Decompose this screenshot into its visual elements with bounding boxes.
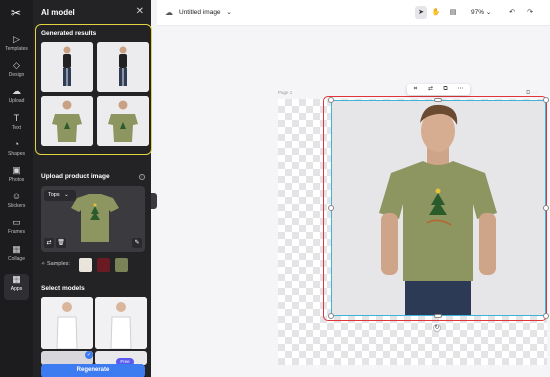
model-figure: [41, 42, 93, 92]
replace-icon[interactable]: ⇄: [425, 85, 436, 94]
chevron-down-icon: ⌄: [485, 9, 492, 16]
collage-icon: ▦: [12, 244, 21, 254]
design-icon: ◇: [13, 60, 20, 70]
rail-item-design[interactable]: ◇ Design: [0, 60, 33, 84]
rail-label: Text: [11, 125, 22, 131]
model-option[interactable]: [41, 297, 93, 349]
text-icon: T: [13, 113, 20, 123]
shapes-icon: ◔: [13, 139, 20, 149]
sample-thumb[interactable]: [115, 258, 128, 272]
redo-icon[interactable]: ↷: [525, 6, 535, 19]
rail-item-upload[interactable]: ☁ Upload: [0, 86, 33, 110]
rail-item-collage[interactable]: ▦ Collage: [0, 244, 33, 268]
close-icon[interactable]: ✕: [136, 6, 144, 17]
top-bar: ☁ Untitled image ⌄ ➤ ✋ ▤ 97% ⌄ ↶ ↷: [157, 0, 550, 26]
rotate-icon[interactable]: ↻: [433, 324, 441, 332]
model-figure: [97, 42, 149, 92]
rail-label: Stickers: [7, 203, 26, 209]
generated-result-thumb[interactable]: [41, 42, 93, 92]
rail-item-frames[interactable]: ▭ Frames: [0, 217, 33, 241]
chevron-down-icon: ⌄: [226, 9, 232, 16]
zoom-value: 97%: [471, 9, 485, 16]
edit-icon[interactable]: ✎: [132, 238, 142, 248]
panel-title: AI model: [41, 8, 75, 17]
product-tshirt-image: [71, 194, 119, 242]
model-figure: [41, 297, 93, 349]
generated-result-thumb[interactable]: [97, 96, 149, 146]
stickers-icon: ☺: [11, 191, 22, 201]
generated-results-label: Generated results: [41, 30, 97, 37]
rail-label: Shapes: [8, 151, 25, 157]
resize-handle[interactable]: [328, 97, 334, 103]
template-icon: ▷: [13, 34, 20, 44]
ai-model-panel: AI model ✕ Generated results Upload prod…: [33, 0, 152, 377]
resize-handle[interactable]: [543, 313, 549, 319]
resize-handle[interactable]: [543, 205, 549, 211]
generated-result-thumb[interactable]: [41, 96, 93, 146]
generated-results-box: Generated results: [35, 24, 152, 155]
selection-box: [331, 100, 546, 316]
model-figure: [95, 297, 147, 349]
more-icon[interactable]: ⋯: [455, 85, 466, 94]
model-figure: [41, 96, 93, 146]
info-icon[interactable]: i: [139, 174, 145, 180]
hand-tool-icon[interactable]: ✋: [430, 6, 442, 19]
samples-label: Samples:: [47, 261, 70, 267]
sample-thumb[interactable]: [97, 258, 110, 272]
rail-label: Apps: [10, 286, 23, 292]
swap-icon[interactable]: ⇄: [44, 238, 54, 248]
chevron-down-icon: ⌄: [64, 192, 69, 198]
check-icon: ✓: [85, 351, 93, 359]
layout-icon[interactable]: ▤: [446, 6, 460, 19]
rail-item-templates[interactable]: ▷ Templates: [0, 34, 33, 58]
regenerate-button[interactable]: Regenerate: [41, 364, 145, 377]
product-image-box[interactable]: Tops ⌄ ⇄ 🗑 ✎: [41, 186, 145, 252]
sparkle-icon: ✧: [41, 261, 46, 267]
left-rail: ✂ ▷ Templates ◇ Design ☁ Upload T Text ◔…: [0, 0, 33, 377]
rail-label: Collage: [8, 256, 25, 262]
undo-icon[interactable]: ↶: [507, 6, 517, 19]
select-models-label: Select models: [41, 285, 85, 292]
document-title-text: Untitled image: [179, 9, 221, 16]
generated-result-thumb[interactable]: [97, 42, 149, 92]
resize-handle[interactable]: [434, 314, 442, 318]
zoom-level[interactable]: 97% ⌄: [471, 8, 491, 16]
rail-label: Upload: [8, 98, 25, 104]
apps-icon: ▦: [12, 274, 21, 284]
cloud-icon[interactable]: ☁: [165, 8, 173, 17]
select-tool-icon[interactable]: ➤: [415, 6, 427, 19]
model-option[interactable]: [95, 297, 147, 349]
resize-handle[interactable]: [328, 313, 334, 319]
rail-label: Frames: [8, 229, 25, 235]
rail-item-text[interactable]: T Text: [0, 113, 33, 137]
photos-icon: ▣: [12, 165, 21, 175]
sample-thumb[interactable]: [79, 258, 92, 272]
resize-handle[interactable]: [543, 97, 549, 103]
document-title[interactable]: Untitled image ⌄: [179, 8, 232, 16]
rail-item-shapes[interactable]: ◔ Shapes: [0, 139, 33, 163]
crop-icon[interactable]: ⌗: [410, 85, 421, 94]
rail-item-stickers[interactable]: ☺ Stickers: [0, 191, 33, 215]
resize-handle[interactable]: [328, 205, 334, 211]
category-select-value: Tops: [48, 192, 60, 198]
delete-icon[interactable]: 🗑: [56, 238, 66, 248]
frames-icon: ▭: [12, 217, 21, 227]
canvas-area[interactable]: Page 1 ⧉ ⋯ ⌗ ⇄ ⧉ ⋯ ↻: [157, 27, 550, 377]
resize-handle[interactable]: [434, 98, 442, 102]
floating-toolbar: ⌗ ⇄ ⧉ ⋯: [407, 84, 470, 95]
duplicate-icon[interactable]: ⧉: [440, 85, 451, 94]
rail-label: Templates: [5, 46, 28, 52]
rail-item-photos[interactable]: ▣ Photos: [0, 165, 33, 189]
rail-label: Photos: [8, 177, 25, 183]
app-logo-icon[interactable]: ✂: [8, 6, 24, 20]
model-figure: [97, 96, 149, 146]
page-label: Page 1: [278, 90, 293, 95]
rail-item-apps[interactable]: ▦ Apps: [4, 274, 29, 300]
rail-label: Design: [8, 72, 25, 78]
upload-icon: ☁: [12, 86, 21, 96]
upload-product-label: Upload product image: [41, 173, 110, 180]
